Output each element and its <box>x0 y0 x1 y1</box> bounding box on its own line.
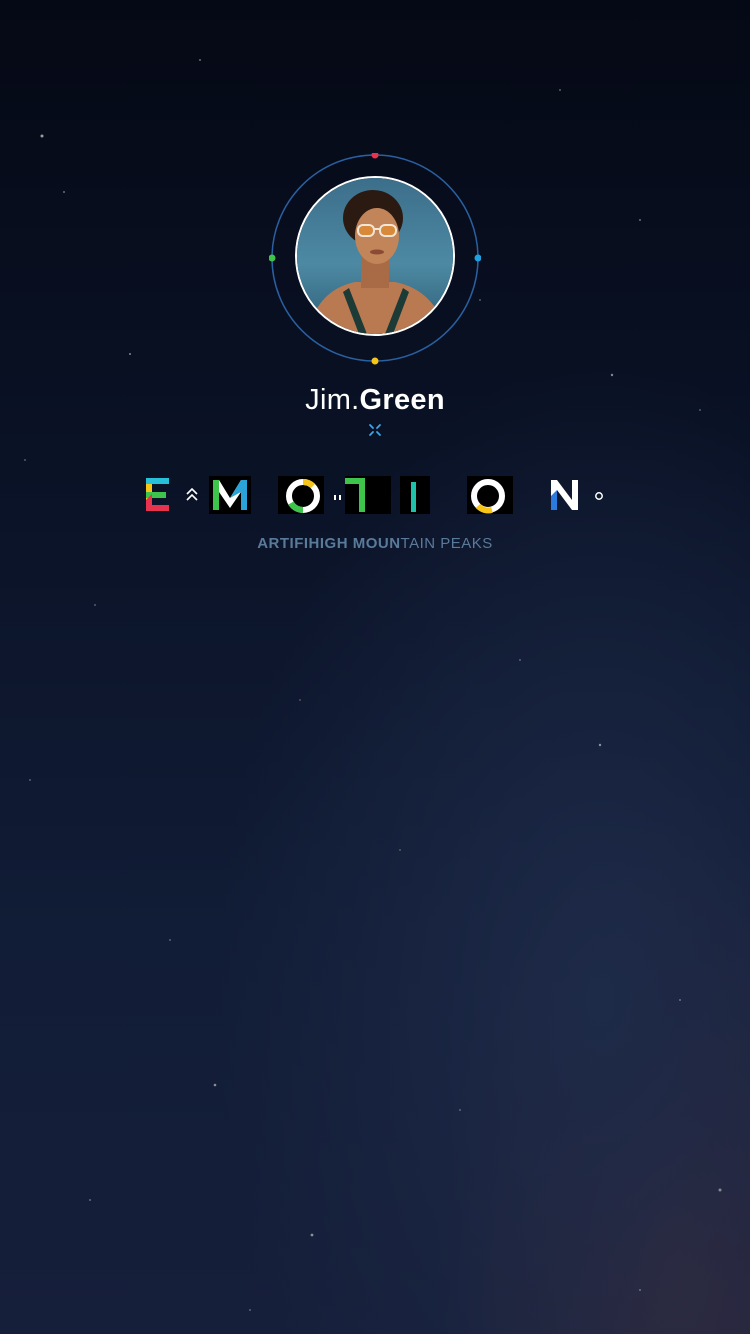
profile-avatar-ring[interactable] <box>269 153 481 365</box>
logo-letter-t <box>345 476 391 514</box>
logo-letter-m <box>209 476 251 514</box>
user-name: Jim.Green <box>0 384 750 417</box>
avatar[interactable] <box>295 176 455 336</box>
logo-quote-icon <box>334 495 341 500</box>
ring-dot-left <box>269 254 276 262</box>
close-icon[interactable] <box>367 422 383 438</box>
avatar-photo <box>297 178 453 334</box>
logo-letter-o <box>278 476 324 514</box>
emotion-logo <box>146 476 603 514</box>
logo-letter-n <box>551 480 578 510</box>
ring-dot-right <box>474 254 481 262</box>
logo-letter-i <box>400 476 430 514</box>
logo-chevron-icon <box>186 487 198 501</box>
tagline-bold: ARTIFIHIGH MOUN <box>257 535 401 552</box>
ring-dot-bottom <box>371 357 379 365</box>
tagline: ARTIFIHIGH MOUNTAIN PEAKS <box>0 535 750 552</box>
logo-dot-icon <box>595 492 603 500</box>
user-first-name: Jim. <box>305 384 360 416</box>
ring-dot-top <box>371 153 379 159</box>
logo-letter-o2 <box>467 476 513 514</box>
user-last-name: Green <box>359 384 445 416</box>
logo-letter-e <box>146 478 169 511</box>
tagline-light: TAIN PEAKS <box>400 535 493 552</box>
